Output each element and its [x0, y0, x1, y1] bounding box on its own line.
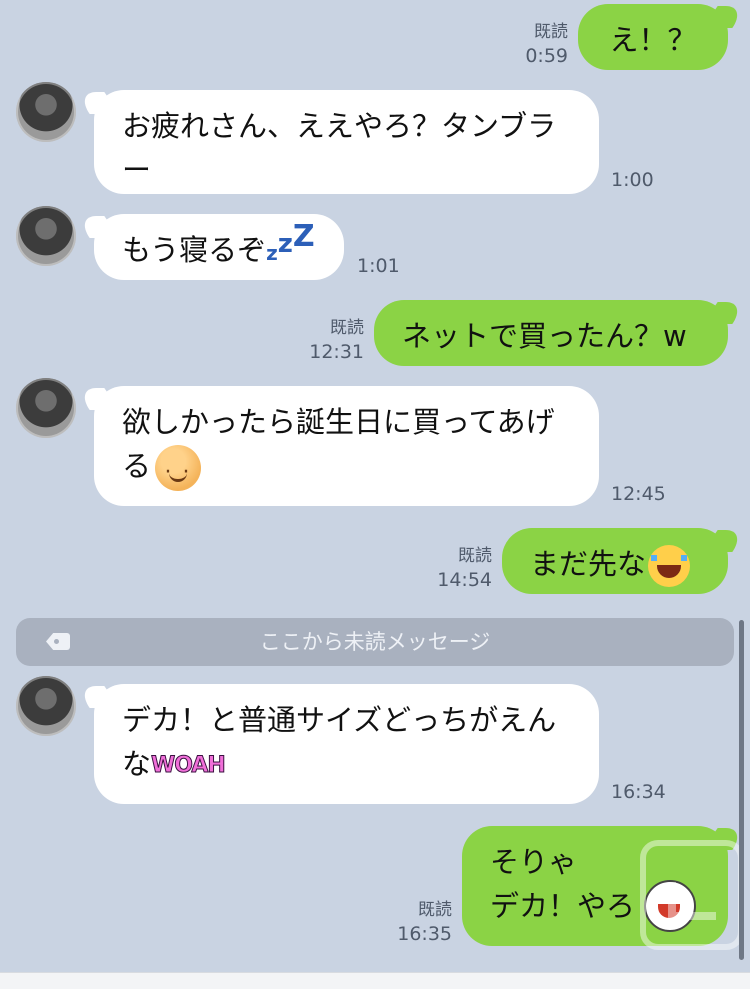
- read-receipt: 既読: [418, 900, 452, 920]
- message-time: 1:01: [357, 255, 400, 277]
- chat-view: 既読 0:59 え！？ お疲れさん、ええやろ？タンブラ ー 1:00 もう寝るぞ…: [0, 0, 750, 989]
- message-meta: 既読 14:54: [424, 544, 492, 592]
- tag-icon: [46, 633, 70, 650]
- contact-avatar[interactable]: [16, 676, 76, 736]
- message-bubble-outgoing[interactable]: まだ先な: [502, 528, 728, 594]
- message-time: 0:59: [525, 45, 568, 67]
- read-receipt: 既読: [330, 318, 364, 338]
- unread-divider-label: ここから未読メッセージ: [259, 630, 491, 654]
- contact-avatar[interactable]: [16, 206, 76, 266]
- message-bubble-incoming[interactable]: もう寝るぞzzZ: [94, 214, 344, 280]
- message-text: まだ先な: [530, 547, 647, 581]
- message-text: え！？: [609, 23, 697, 57]
- message-text-line: る: [122, 449, 152, 483]
- message-time: 16:34: [611, 781, 666, 803]
- message-text-line: ー: [122, 153, 152, 187]
- watermark-logo-icon: [640, 840, 744, 950]
- message-text: もう寝るぞ: [122, 233, 267, 267]
- message-meta: 既読 12:31: [296, 316, 364, 364]
- scrollbar[interactable]: [739, 620, 744, 960]
- message-text: ネットで買ったん？w: [402, 319, 687, 353]
- read-receipt: 既読: [458, 546, 492, 566]
- input-bar-edge: [0, 972, 750, 989]
- message-text-line: デカ！と普通サイズどっちがえん: [122, 703, 557, 737]
- contact-avatar[interactable]: [16, 378, 76, 438]
- message-time: 16:35: [397, 923, 452, 945]
- message-bubble-outgoing[interactable]: ネットで買ったん？w: [374, 300, 728, 366]
- message-text-line: お疲れさん、ええやろ？タンブラ: [122, 109, 557, 143]
- message-bubble-incoming[interactable]: デカ！と普通サイズどっちがえん なWOAH: [94, 684, 599, 804]
- tears-of-joy-emoji-icon: [648, 545, 691, 587]
- smiling-face-emoji-icon: [155, 445, 202, 495]
- woah-sticker-icon: WOAH: [151, 753, 227, 779]
- message-text-line: 欲しかったら誕生日に買ってあげ: [122, 405, 555, 439]
- read-receipt: 既読: [534, 22, 568, 42]
- message-time: 12:45: [611, 483, 666, 505]
- message-text-line: な: [122, 747, 152, 781]
- zzz-emoji-icon: zzZ: [266, 219, 315, 265]
- unread-messages-divider: ここから未読メッセージ: [16, 618, 734, 666]
- contact-avatar[interactable]: [16, 82, 76, 142]
- message-bubble-incoming[interactable]: 欲しかったら誕生日に買ってあげ る: [94, 386, 599, 506]
- message-time: 1:00: [611, 169, 654, 191]
- message-meta: 既読 16:35: [384, 898, 452, 946]
- message-time: 14:54: [437, 569, 492, 591]
- message-bubble-outgoing[interactable]: え！？: [578, 4, 728, 70]
- message-time: 12:31: [309, 341, 364, 363]
- message-meta: 既読 0:59: [500, 20, 568, 68]
- message-bubble-incoming[interactable]: お疲れさん、ええやろ？タンブラ ー: [94, 90, 599, 194]
